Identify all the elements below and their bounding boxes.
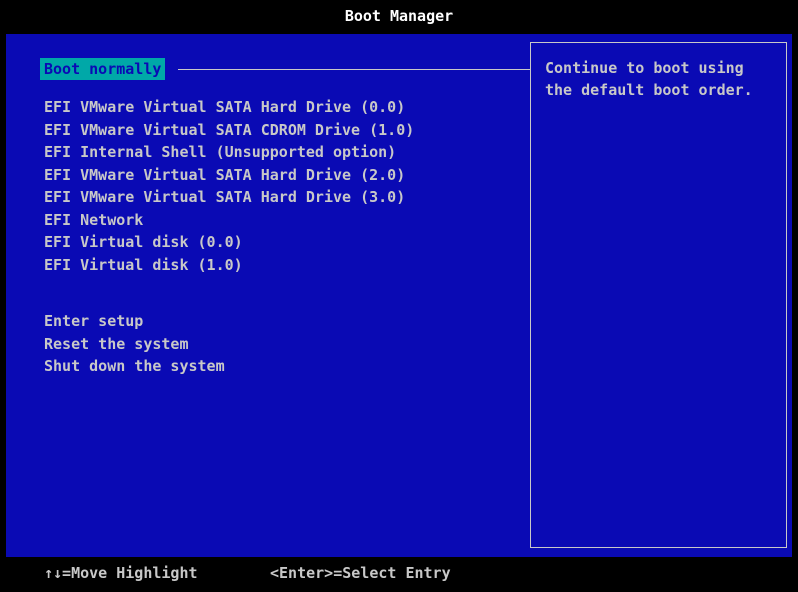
- menu-item-network[interactable]: EFI Network: [44, 209, 414, 232]
- menu-item-virtual-disk-1[interactable]: EFI Virtual disk (1.0): [44, 254, 414, 277]
- menu-item-enter-setup[interactable]: Enter setup: [44, 310, 225, 333]
- menu-item-virtual-disk-0[interactable]: EFI Virtual disk (0.0): [44, 231, 414, 254]
- menu-item-cdrom-drive-1[interactable]: EFI VMware Virtual SATA CDROM Drive (1.0…: [44, 119, 414, 142]
- menu-item-reset-system[interactable]: Reset the system: [44, 333, 225, 356]
- menu-item-hard-drive-2[interactable]: EFI VMware Virtual SATA Hard Drive (2.0): [44, 164, 414, 187]
- selected-menu-item-label[interactable]: Boot normally: [40, 58, 166, 80]
- highlight-connector-line: [178, 69, 530, 70]
- menu-item-hard-drive-0[interactable]: EFI VMware Virtual SATA Hard Drive (0.0): [44, 96, 414, 119]
- menu-item-internal-shell[interactable]: EFI Internal Shell (Unsupported option): [44, 141, 414, 164]
- menu-item-hard-drive-3[interactable]: EFI VMware Virtual SATA Hard Drive (3.0): [44, 186, 414, 209]
- page-title: Boot Manager: [344, 7, 454, 25]
- move-highlight-hint: ↑↓=Move Highlight: [44, 564, 198, 582]
- footer-hint-bar: ↑↓=Move Highlight <Enter>=Select Entry: [0, 557, 798, 592]
- help-text: Continue to boot using the default boot …: [545, 59, 753, 99]
- system-action-list: Enter setup Reset the system Shut down t…: [44, 310, 225, 378]
- title-bar: Boot Manager: [0, 0, 798, 32]
- select-entry-hint: <Enter>=Select Entry: [270, 564, 451, 582]
- help-panel: Continue to boot using the default boot …: [530, 42, 787, 548]
- boot-device-list: EFI VMware Virtual SATA Hard Drive (0.0)…: [44, 96, 414, 276]
- menu-item-shut-down-system[interactable]: Shut down the system: [44, 355, 225, 378]
